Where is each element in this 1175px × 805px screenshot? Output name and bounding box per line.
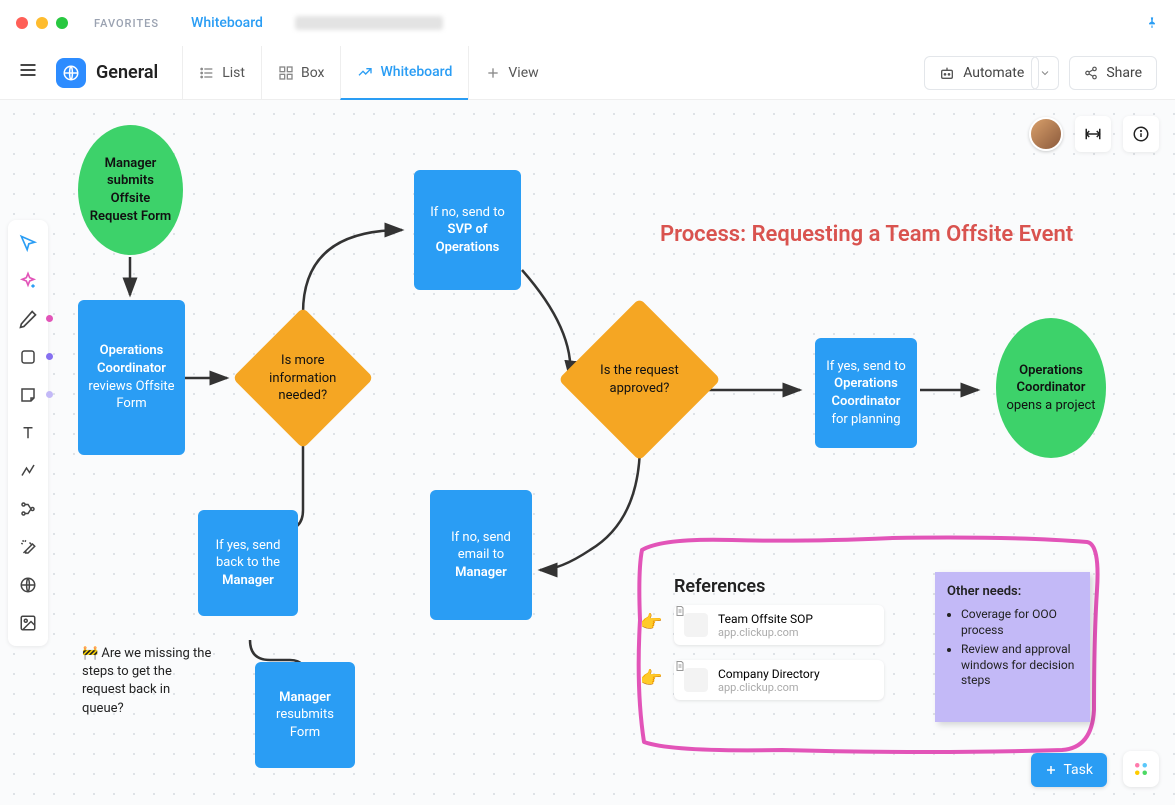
ref-sop-title: Team Offsite SOP [718,612,813,626]
tab-add-label: View [508,65,538,81]
pen-color-indicator [46,315,53,322]
sticky-color-indicator [46,391,53,398]
breadcrumb-redacted [295,16,443,30]
node-decision-info-label: Is more information needed? [263,352,343,405]
tab-list[interactable]: List [182,46,261,100]
task-button-label: Task [1063,762,1093,778]
node-svp-pre: If no, send to [430,205,505,220]
node-review-rest: reviews Offsite Form [88,379,174,412]
tool-select[interactable] [13,226,43,260]
node-send-back[interactable]: If yes, send back to the Manager [198,510,298,616]
node-resubmit[interactable]: Manager resubmits Form [255,662,355,768]
reference-card-sop[interactable]: Team Offsite SOP app.clickup.com [674,605,884,645]
tool-sticky[interactable] [13,378,43,412]
process-title[interactable]: Process: Requesting a Team Offsite Event [660,222,1073,247]
pointer-hand-icon: 👉 [640,612,662,633]
comment-missing-steps[interactable]: 🚧 Are we missing the steps to get the re… [82,645,212,718]
doc-icon [684,668,708,692]
shape-color-indicator [46,353,53,360]
node-resubmit-rest: resubmits Form [276,707,334,740]
node-svp-bold: SVP of Operations [436,222,500,255]
tool-connector[interactable] [13,454,43,488]
node-end[interactable]: Operations Coordinator opens a project [996,318,1106,458]
share-label: Share [1106,65,1142,81]
node-email-no-pre: If no, send email to [451,530,511,563]
tab-list-label: List [222,65,245,81]
node-end-rest: opens a project [1006,398,1095,413]
node-end-bold: Operations Coordinator [1017,363,1086,396]
app-switcher-button[interactable] [1123,751,1159,787]
node-start-label: Manager submits Offsite Request Form [88,155,173,225]
tool-shape[interactable] [13,340,43,374]
tab-add-view[interactable]: View [468,46,554,100]
pin-icon[interactable] [1145,14,1159,33]
automate-chevron[interactable] [1031,56,1059,90]
tool-web[interactable] [13,568,43,602]
automate-label: Automate [963,65,1024,81]
node-review[interactable]: Operations Coordinator reviews Offsite F… [78,300,185,455]
node-email-no[interactable]: If no, send email to Manager [430,490,532,620]
new-task-button[interactable]: Task [1031,753,1107,787]
tab-box-label: Box [301,65,325,81]
tool-palette [8,220,48,646]
node-planning-rest: for planning [831,412,900,427]
references-group[interactable]: References 👉 Team Offsite SOP app.clicku… [632,530,1102,760]
node-send-back-pre: If yes, send back to the [216,538,281,571]
node-planning[interactable]: If yes, send to Operations Coordinator f… [815,338,917,448]
pointer-hand-icon: 👉 [640,668,662,689]
window-controls [16,17,68,29]
user-avatar[interactable] [1029,117,1063,151]
node-planning-bold: Operations Coordinator [832,376,901,409]
tool-stamp[interactable] [13,530,43,564]
sticky-note-other-needs[interactable]: Other needs: Coverage for OOO process Re… [935,572,1090,722]
node-review-bold: Operations Coordinator [97,343,166,376]
automate-button[interactable]: Automate [924,56,1039,90]
space-name[interactable]: General [96,62,158,83]
sticky-item: Review and approval windows for decision… [961,642,1078,689]
ref-sop-sub: app.clickup.com [718,626,813,639]
window-bar: FAVORITES Whiteboard [0,0,1175,46]
maximize-dot[interactable] [56,17,68,29]
tool-ai[interactable] [13,264,43,298]
tool-text[interactable] [13,416,43,450]
main-toolbar: General List Box Whiteboard View Automat… [0,46,1175,100]
tab-box[interactable]: Box [261,46,341,100]
favorites-label: FAVORITES [94,17,159,30]
minimize-dot[interactable] [36,17,48,29]
tool-image[interactable] [13,606,43,640]
node-start[interactable]: Manager submits Offsite Request Form [78,125,183,255]
references-title: References [674,576,765,597]
canvas-top-right [1029,116,1159,152]
node-resubmit-bold: Manager [279,690,331,705]
sticky-title: Other needs: [947,584,1078,599]
node-planning-pre: If yes, send to [826,359,906,374]
node-decision-approved-label: Is the request approved? [592,362,687,397]
doc-icon [684,613,708,637]
whiteboard-canvas[interactable]: Process: Requesting a Team Offsite Event… [0,100,1175,805]
reference-card-directory[interactable]: Company Directory app.clickup.com [674,660,884,700]
node-email-no-bold: Manager [455,565,507,580]
ref-dir-title: Company Directory [718,667,820,681]
info-button[interactable] [1123,116,1159,152]
close-dot[interactable] [16,17,28,29]
menu-icon[interactable] [18,60,38,85]
sticky-item: Coverage for OOO process [961,607,1078,638]
breadcrumb-whiteboard[interactable]: Whiteboard [191,15,263,31]
tab-whiteboard[interactable]: Whiteboard [340,46,468,100]
ref-dir-sub: app.clickup.com [718,681,820,694]
node-svp[interactable]: If no, send to SVP of Operations [414,170,521,290]
views-tabs: List Box Whiteboard View [182,46,554,100]
space-icon[interactable] [56,58,86,88]
tab-whiteboard-label: Whiteboard [380,64,452,80]
share-button[interactable]: Share [1069,56,1157,90]
tool-pen[interactable] [13,302,43,336]
tool-relation[interactable] [13,492,43,526]
fit-width-button[interactable] [1075,116,1111,152]
node-send-back-bold: Manager [222,573,274,588]
